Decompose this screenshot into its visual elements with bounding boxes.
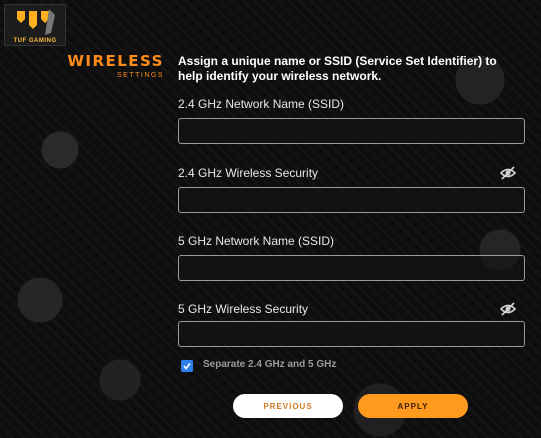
tuf-logo-icon	[17, 9, 55, 35]
separate-bands-label: Separate 2.4 GHz and 5 GHz	[203, 359, 337, 370]
tuf-gaming-logo: TUF GAMING	[4, 4, 66, 46]
section-title: WIRELESS	[67, 52, 164, 70]
ssid-24-label: 2.4 GHz Network Name (SSID)	[178, 97, 345, 111]
ssid-5-input[interactable]	[178, 255, 525, 281]
security-5-input[interactable]	[178, 321, 525, 347]
security-24-input[interactable]	[178, 187, 525, 213]
intro-text: Assign a unique name or SSID (Service Se…	[178, 54, 497, 83]
eye-hidden-icon[interactable]	[499, 301, 517, 317]
logo-text: TUF GAMING	[13, 38, 57, 44]
ssid-24-input[interactable]	[178, 118, 525, 144]
check-icon	[183, 363, 191, 370]
separate-bands-checkbox[interactable]	[181, 360, 193, 372]
previous-button[interactable]: PREVIOUS	[233, 394, 343, 418]
security-5-label: 5 GHz Wireless Security	[178, 302, 309, 316]
apply-button[interactable]: APPLY	[358, 394, 468, 418]
section-subtitle: SETTINGS	[116, 72, 164, 79]
ssid-5-label: 5 GHz Network Name (SSID)	[178, 234, 335, 248]
eye-hidden-icon[interactable]	[499, 165, 517, 181]
security-24-label: 2.4 GHz Wireless Security	[178, 166, 319, 180]
